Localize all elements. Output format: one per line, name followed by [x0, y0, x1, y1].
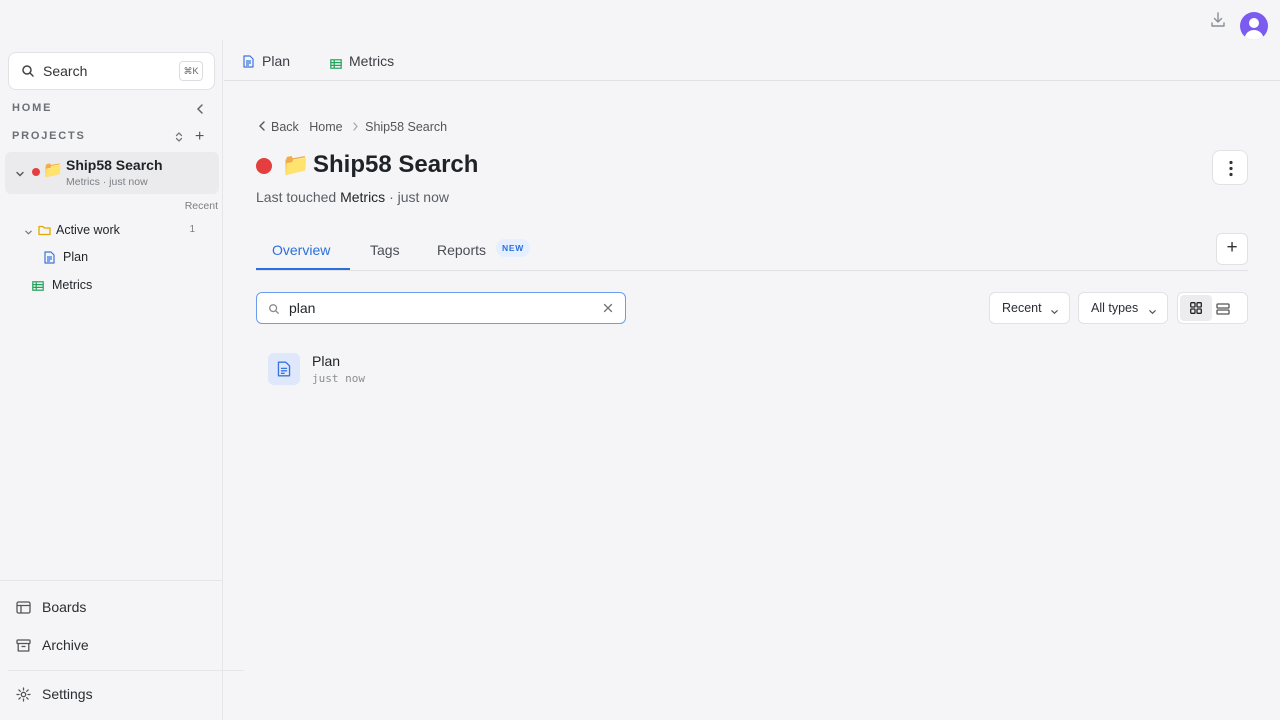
- avatar[interactable]: [1240, 12, 1268, 40]
- chevron-down-icon: [1148, 305, 1157, 319]
- grid-view-button[interactable]: [1180, 295, 1212, 321]
- chevron-right-icon: [352, 120, 359, 134]
- document-icon: [44, 251, 55, 267]
- touched-suffix: · just now: [389, 189, 449, 205]
- file-tab-bar: Plan Metrics: [224, 40, 1280, 81]
- status-dot: [256, 158, 272, 174]
- sidebar-footer: Boards Archive Settings: [0, 580, 244, 702]
- sidebar: Search ⌘K HOME PROJECTS + 📁 Ship58 Searc…: [0, 40, 244, 720]
- list-item[interactable]: Plan just now: [268, 352, 568, 392]
- chevron-down-icon[interactable]: [24, 226, 33, 240]
- search-box[interactable]: Search ⌘K: [8, 52, 215, 90]
- spreadsheet-icon: [32, 280, 44, 294]
- status-dot: [32, 168, 40, 176]
- download-icon[interactable]: [1209, 11, 1227, 29]
- folder-count: 1: [189, 224, 195, 235]
- search-label: Search: [43, 63, 88, 79]
- tab-tags[interactable]: Tags: [370, 242, 400, 258]
- tree-item-label: Metrics: [52, 278, 93, 292]
- tree-item-label: Plan: [63, 250, 89, 264]
- sidebar-item-label: Archive: [42, 637, 89, 653]
- filter-input[interactable]: plan: [256, 292, 626, 324]
- folder-icon: [38, 224, 51, 239]
- tab-label: Metrics: [349, 53, 395, 69]
- tab-label: Plan: [262, 53, 291, 69]
- folder-emoji-icon: 📁: [282, 152, 310, 177]
- chevron-down-icon: [1050, 305, 1059, 319]
- project-subtitle: Metrics · just now: [66, 176, 148, 188]
- sort-icon[interactable]: [174, 130, 184, 148]
- main-content: Plan Metrics Back Home Ship58 Search 📁 S…: [224, 40, 1280, 720]
- type-dropdown[interactable]: All types: [1078, 292, 1168, 324]
- search-shortcut: ⌘K: [179, 61, 203, 81]
- sidebar-item-label: Settings: [42, 686, 93, 702]
- touched-item-link[interactable]: Metrics: [340, 189, 385, 205]
- archive-icon: [16, 639, 31, 655]
- add-button[interactable]: +: [1216, 233, 1248, 265]
- home-section-label[interactable]: HOME: [12, 102, 52, 114]
- spreadsheet-icon: [330, 56, 342, 72]
- top-bar: [0, 0, 1280, 40]
- list-view-icon[interactable]: [1216, 302, 1230, 320]
- result-time: just now: [312, 372, 365, 385]
- collapse-sidebar-icon[interactable]: [194, 102, 206, 120]
- sort-dropdown-label: Recent: [1002, 301, 1042, 315]
- search-icon: [21, 64, 35, 83]
- chevron-left-icon[interactable]: [258, 120, 266, 134]
- view-toggle: [1177, 292, 1248, 324]
- chevron-down-icon[interactable]: [15, 166, 25, 184]
- type-dropdown-label: All types: [1091, 301, 1139, 315]
- folder-label: Active work: [56, 223, 120, 237]
- content-tabs: Overview Tags Reports NEW: [256, 230, 1248, 271]
- search-icon: [268, 302, 280, 320]
- recent-label: Recent: [184, 200, 218, 212]
- sort-dropdown[interactable]: Recent: [989, 292, 1070, 324]
- gear-icon: [16, 687, 31, 705]
- document-icon: [243, 55, 254, 71]
- breadcrumb-home[interactable]: Home: [309, 120, 342, 134]
- project-name: Ship58 Search: [66, 157, 163, 173]
- more-options-button[interactable]: [1212, 150, 1248, 185]
- active-tab-indicator: [256, 268, 350, 270]
- touched-prefix: Last touched: [256, 189, 337, 205]
- back-link[interactable]: Back: [271, 120, 299, 134]
- new-badge: NEW: [496, 239, 530, 257]
- result-name: Plan: [312, 353, 341, 369]
- project-item-ship58[interactable]: 📁 Ship58 Search Metrics · just now: [5, 152, 219, 194]
- tab-reports[interactable]: Reports: [437, 242, 486, 258]
- add-project-icon[interactable]: +: [195, 128, 204, 146]
- folder-emoji-icon: 📁: [43, 162, 63, 179]
- divider: [8, 670, 244, 671]
- breadcrumb: Back Home Ship58 Search: [258, 119, 447, 134]
- filter-value: plan: [289, 300, 316, 316]
- projects-section-label: PROJECTS: [12, 130, 86, 142]
- page-title: Ship58 Search: [313, 151, 479, 178]
- board-icon: [16, 601, 31, 617]
- clear-icon[interactable]: [601, 301, 615, 320]
- sidebar-item-label: Boards: [42, 599, 87, 615]
- last-touched: Last touched Metrics · just now: [256, 189, 449, 205]
- folder-item-active-work[interactable]: Active work 1: [24, 222, 199, 242]
- document-icon: [268, 353, 300, 385]
- tab-overview[interactable]: Overview: [272, 242, 330, 258]
- breadcrumb-current: Ship58 Search: [365, 119, 448, 134]
